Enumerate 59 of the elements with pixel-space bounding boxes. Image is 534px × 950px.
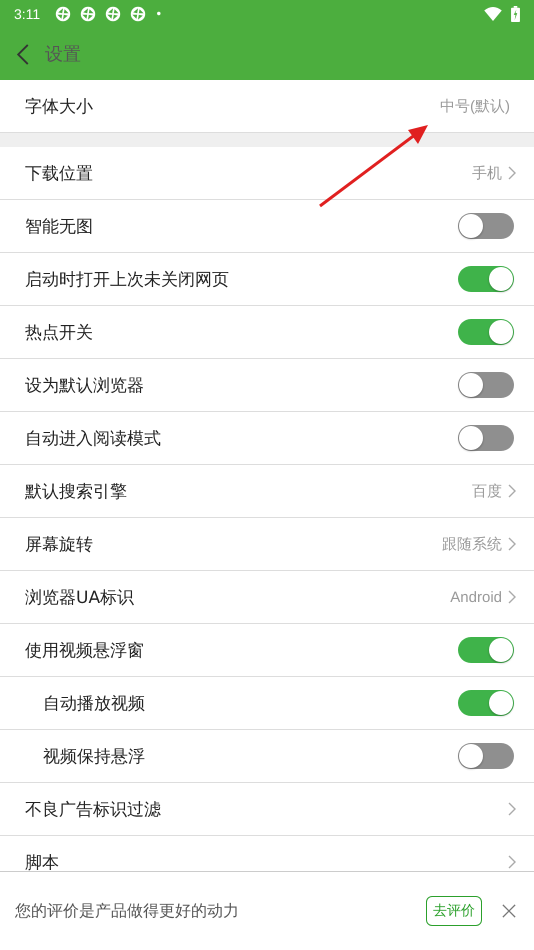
notification-icon xyxy=(80,6,96,22)
settings-row[interactable]: 自动进入阅读模式 xyxy=(0,412,534,465)
toggle-switch[interactable] xyxy=(458,425,514,451)
chevron-icon xyxy=(508,802,516,816)
setting-label: 自动进入阅读模式 xyxy=(25,428,162,450)
wifi-icon xyxy=(484,7,502,21)
setting-label: 自动播放视频 xyxy=(42,692,146,714)
settings-row[interactable]: 启动时打开上次未关闭网页 xyxy=(0,253,534,306)
settings-row[interactable]: 视频保持悬浮 xyxy=(0,730,534,783)
setting-value: 跟随系统 xyxy=(442,534,502,554)
setting-label: 下载位置 xyxy=(25,162,94,184)
settings-row[interactable]: 默认搜索引擎 百度 xyxy=(0,465,534,518)
notification-icon xyxy=(105,6,122,22)
settings-row[interactable]: 不良广告标识过滤 xyxy=(0,783,534,836)
chevron-icon xyxy=(508,537,516,551)
back-icon[interactable] xyxy=(17,44,29,64)
toggle-switch[interactable] xyxy=(458,213,514,239)
chevron-icon xyxy=(508,590,516,604)
close-icon[interactable] xyxy=(502,904,516,918)
clock: 3:11 xyxy=(14,6,40,22)
setting-label: 热点开关 xyxy=(25,322,94,344)
setting-label: 使用视频悬浮窗 xyxy=(25,640,145,662)
settings-row[interactable]: 热点开关 xyxy=(0,306,534,359)
setting-label: 脚本 xyxy=(25,852,60,874)
chevron-icon xyxy=(508,166,516,180)
chevron-icon xyxy=(508,484,516,498)
settings-row[interactable]: 浏览器UA标识 Android xyxy=(0,571,534,624)
setting-label: 智能无图 xyxy=(25,216,94,238)
settings-row[interactable]: 使用视频悬浮窗 xyxy=(0,624,534,677)
settings-row[interactable]: 设为默认浏览器 xyxy=(0,359,534,412)
setting-label: 浏览器UA标识 xyxy=(25,586,136,608)
rating-prompt: 您的评价是产品做得更好的动力 xyxy=(15,900,239,922)
setting-label: 视频保持悬浮 xyxy=(42,746,146,768)
setting-label: 默认搜索引擎 xyxy=(25,480,128,502)
notification-icon xyxy=(130,6,146,22)
toggle-switch[interactable] xyxy=(458,372,514,398)
battery-icon xyxy=(511,6,520,22)
setting-label: 屏幕旋转 xyxy=(25,534,94,556)
toggle-switch[interactable] xyxy=(458,637,514,663)
page-title: 设置 xyxy=(45,43,81,66)
setting-label: 启动时打开上次未关闭网页 xyxy=(25,268,230,290)
more-notifications-dot: • xyxy=(155,7,162,21)
setting-label: 字体大小 xyxy=(25,96,94,118)
setting-value: 百度 xyxy=(472,482,502,500)
notification-icon xyxy=(55,6,72,22)
setting-value: Android xyxy=(450,588,502,606)
settings-row[interactable]: 自动播放视频 xyxy=(0,677,534,730)
toggle-switch[interactable] xyxy=(458,743,514,769)
toggle-switch[interactable] xyxy=(458,266,514,292)
setting-label: 设为默认浏览器 xyxy=(25,374,145,396)
settings-row[interactable]: 屏幕旋转 跟随系统 xyxy=(0,518,534,571)
setting-label: 不良广告标识过滤 xyxy=(25,798,162,820)
settings-row[interactable]: 下载位置 手机 xyxy=(0,147,534,200)
toggle-switch[interactable] xyxy=(458,690,514,716)
settings-row[interactable]: 智能无图 xyxy=(0,200,534,253)
setting-value: 手机 xyxy=(472,164,502,182)
chevron-icon xyxy=(508,855,516,869)
toggle-switch[interactable] xyxy=(458,319,514,345)
setting-value: 中号(默认) xyxy=(440,96,510,116)
